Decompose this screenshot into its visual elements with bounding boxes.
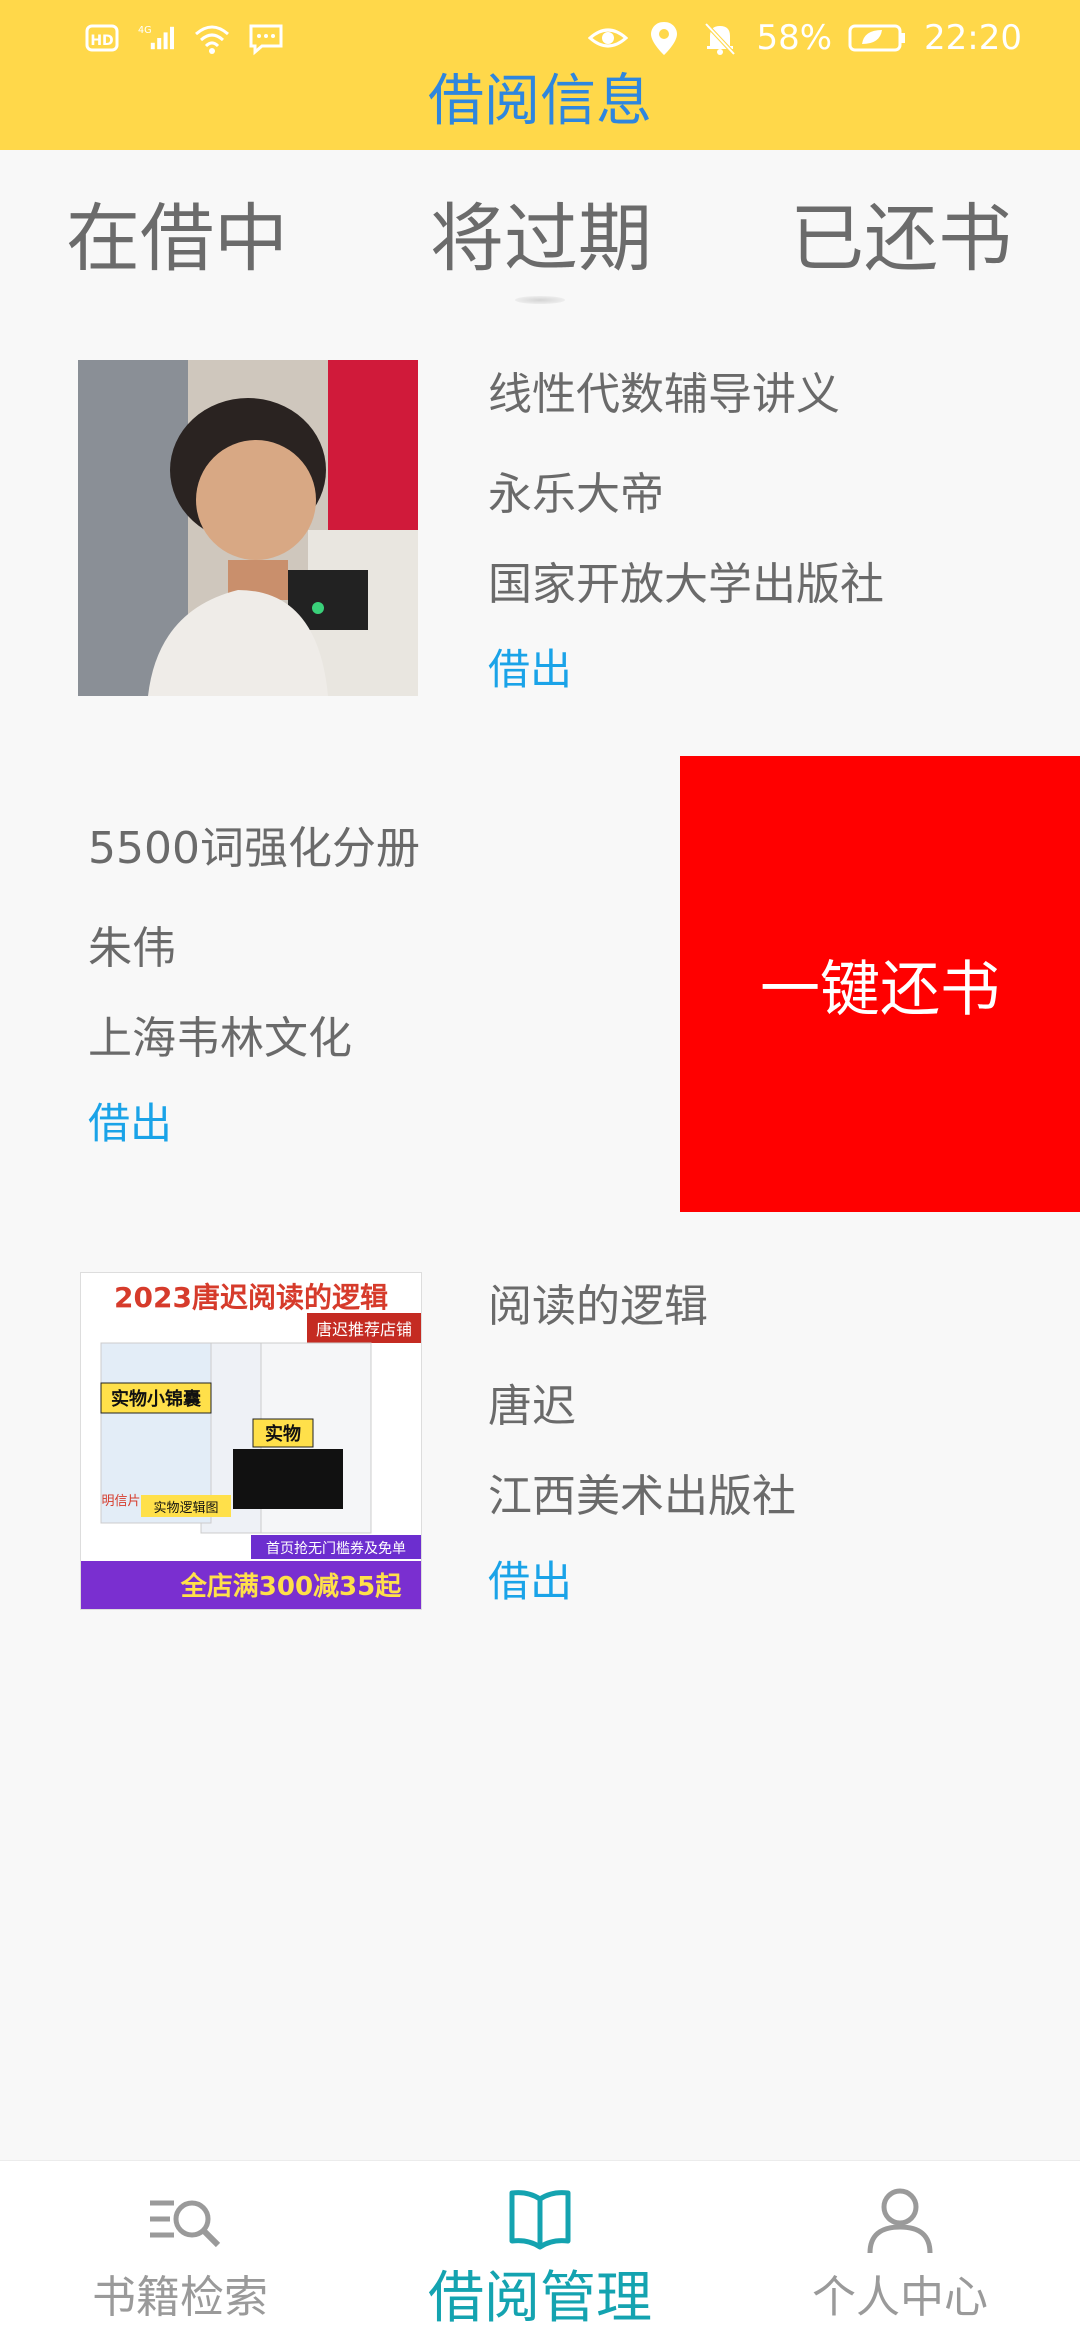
nav-label: 借阅管理 xyxy=(428,2266,652,2331)
nav-profile[interactable]: 个人中心 xyxy=(720,2161,1080,2341)
book-author: 永乐大帝 xyxy=(488,469,664,520)
return-book-button[interactable]: 一键还书 xyxy=(680,756,1080,1212)
nav-borrow-management[interactable]: 借阅管理 xyxy=(360,2161,720,2341)
top-app-bar: HD 4G 58% 22:20 借阅信息 xyxy=(0,0,1080,150)
tab-borrowing[interactable]: 在借中 xyxy=(66,194,288,284)
tab-indicator xyxy=(515,296,565,304)
tab-returned[interactable]: 已还书 xyxy=(790,194,1012,284)
book-author: 朱伟 xyxy=(88,923,176,974)
cover-shop: 唐迟推荐店铺 xyxy=(316,1320,412,1339)
book-publisher: 上海韦林文化 xyxy=(88,1013,352,1064)
book-status: 借出 xyxy=(488,645,573,694)
book-cover-image: 2023唐迟阅读的逻辑 唐迟推荐店铺 实物小锦囊 实物 实物逻辑图 明信片 首页… xyxy=(80,1272,422,1610)
mute-bell-icon xyxy=(700,18,740,58)
book-author: 唐迟 xyxy=(488,1381,576,1432)
book-item[interactable]: 线性代数辅导讲义 永乐大帝 国家开放大学出版社 借出 xyxy=(0,358,1080,698)
book-publisher: 江西美术出版社 xyxy=(488,1471,796,1522)
eye-icon xyxy=(588,18,629,58)
book-publisher: 国家开放大学出版社 xyxy=(488,559,884,610)
cover-tag3: 实物逻辑图 xyxy=(153,1501,218,1516)
page-title: 借阅信息 xyxy=(428,69,652,134)
clock: 22:20 xyxy=(924,18,1022,58)
book-title: 阅读的逻辑 xyxy=(488,1281,708,1332)
location-icon xyxy=(644,18,684,58)
cover-promo: 全店满300减35起 xyxy=(180,1571,402,1602)
battery-percent: 58% xyxy=(756,18,833,58)
tab-bar: 在借中 将过期 已还书 xyxy=(0,150,1080,310)
nav-label: 书籍检索 xyxy=(92,2272,268,2323)
cover-promo2: 首页抢无门槛券及免单 xyxy=(266,1540,406,1557)
book-icon xyxy=(490,2185,590,2255)
wifi-icon xyxy=(192,18,232,58)
cover-tag1: 实物小锦囊 xyxy=(111,1388,202,1410)
book-title: 5500词强化分册 xyxy=(88,823,420,874)
nav-label: 个人中心 xyxy=(812,2272,988,2323)
hd-icon: HD xyxy=(84,18,124,58)
message-icon xyxy=(246,18,286,58)
book-status: 借出 xyxy=(488,1557,573,1606)
book-cover-image xyxy=(78,360,418,696)
tab-expiring[interactable]: 将过期 xyxy=(430,194,652,284)
book-title: 线性代数辅导讲义 xyxy=(488,369,840,420)
book-status: 借出 xyxy=(88,1099,173,1148)
book-item[interactable]: 2023唐迟阅读的逻辑 唐迟推荐店铺 实物小锦囊 实物 实物逻辑图 明信片 首页… xyxy=(0,1270,1080,1610)
signal-4g-icon: 4G xyxy=(138,18,178,58)
svg-text:HD: HD xyxy=(90,33,113,49)
battery-icon xyxy=(848,18,908,58)
cover-tag2: 实物 xyxy=(265,1423,301,1445)
cover-headline: 2023唐迟阅读的逻辑 xyxy=(114,1281,388,1314)
nav-book-search[interactable]: 书籍检索 xyxy=(0,2161,360,2341)
bottom-navigation: 书籍检索 借阅管理 个人中心 xyxy=(0,2160,1080,2341)
user-icon xyxy=(850,2185,950,2255)
network-label: 4G xyxy=(138,25,152,36)
cover-tag4: 明信片 xyxy=(101,1494,140,1509)
search-list-icon xyxy=(130,2185,230,2255)
